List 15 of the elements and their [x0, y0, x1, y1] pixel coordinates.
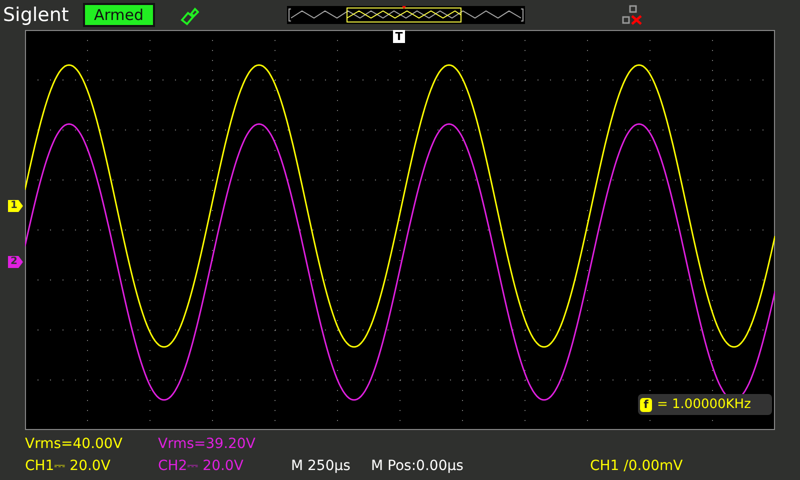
brand-name: Siglent [3, 4, 70, 26]
rms-measurement: Vrms=39.20V [158, 435, 256, 454]
channel-scale: CH2⎓ 20.0V [158, 457, 244, 476]
trigger-position-marker: T [393, 30, 405, 43]
network-disconnected-icon [620, 4, 643, 26]
trigger-setting: CH1 /0.00mV [590, 457, 684, 476]
channel-marker: 1 [8, 200, 23, 212]
timebase-scale: M 250µs [291, 457, 352, 476]
channel-scale: CH1⎓ 20.0V [25, 457, 112, 476]
frequency-value: = 1.00000KHz [657, 397, 751, 412]
trigger-status: Armed [83, 3, 155, 27]
frequency-badge: f [640, 398, 652, 412]
rms-measurement: Vrms=40.00V [25, 435, 124, 454]
channel-marker: 2 [8, 256, 23, 268]
horizontal-position: M Pos:0.00µs [371, 457, 464, 476]
